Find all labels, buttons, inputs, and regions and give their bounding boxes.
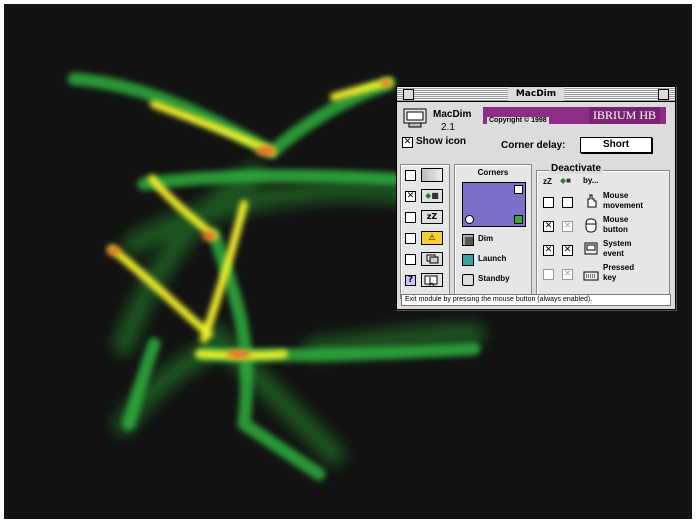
mouse-button-icons-checkbox[interactable]: ✕ bbox=[562, 221, 573, 232]
deactivate-icons-tile[interactable]: ◆■ bbox=[421, 189, 443, 203]
system-event-icons-checkbox[interactable]: ✕ bbox=[562, 245, 573, 256]
system-event-sleep-checkbox[interactable]: ✕ bbox=[543, 245, 554, 256]
dim-label: Dim bbox=[478, 234, 494, 243]
system-event-label: System event bbox=[603, 239, 632, 258]
status-bar: Exit module by pressing the mouse button… bbox=[401, 294, 671, 306]
launch-label: Launch bbox=[478, 254, 507, 263]
deactivate-title: Deactivate bbox=[549, 163, 604, 174]
show-icon-checkbox[interactable]: ✕ bbox=[402, 137, 413, 148]
banner-text: IBRIUM HB bbox=[588, 107, 660, 124]
mode-1-checkbox[interactable] bbox=[405, 170, 416, 181]
pressed-key-label: Pressed key bbox=[603, 263, 635, 282]
pressed-key-icons-checkbox[interactable]: ✕ bbox=[562, 269, 573, 280]
show-icon-label: Show icon bbox=[416, 136, 466, 147]
mouse-movement-sleep-checkbox[interactable] bbox=[543, 197, 554, 208]
mouse-button-label: Mouse button bbox=[603, 215, 629, 234]
close-box[interactable] bbox=[403, 89, 414, 100]
sleep-tile[interactable]: zZ bbox=[421, 210, 443, 224]
deactivate-panel: Deactivate zZ ◆■ by... Mouse movement ✕ ✕… bbox=[536, 163, 670, 299]
corner-bottom-right-icon[interactable] bbox=[514, 215, 523, 224]
corner-top-right-icon[interactable] bbox=[514, 185, 523, 194]
desktop-screen: MacDim MacDim 2.1 ✕ Show icon IBRIUM HB … bbox=[4, 4, 692, 519]
deactivate-sleep-icon: zZ bbox=[543, 177, 552, 186]
app-name: MacDim bbox=[433, 109, 472, 120]
monitor-icon bbox=[403, 108, 427, 128]
collapse-box[interactable] bbox=[658, 89, 669, 100]
launch-icon[interactable] bbox=[462, 254, 474, 266]
deactivate-by-label: by... bbox=[583, 176, 599, 185]
corner-preview[interactable] bbox=[462, 182, 526, 227]
standby-label: Standby bbox=[478, 274, 510, 283]
windows-tile[interactable] bbox=[421, 252, 443, 266]
warning-tile[interactable]: ⚠ bbox=[421, 231, 443, 245]
mode-2-checkbox[interactable]: ✕ bbox=[405, 191, 416, 202]
window-content: MacDim 2.1 ✕ Show icon IBRIUM HB Copyrig… bbox=[397, 102, 675, 309]
app-version: 2.1 bbox=[441, 122, 455, 133]
pressed-key-sleep-checkbox[interactable] bbox=[543, 269, 554, 280]
standby-icon[interactable] bbox=[462, 274, 474, 286]
corners-panel: Corners Dim Launch Standby bbox=[454, 164, 532, 299]
mouse-movement-label: Mouse movement bbox=[603, 191, 644, 210]
keyboard-icon bbox=[583, 267, 599, 281]
status-text: Exit module by pressing the mouse button… bbox=[405, 296, 593, 303]
mode-5-checkbox[interactable] bbox=[405, 254, 416, 265]
mode-tiles-panel: ✕ ◆■ zZ ⚠ ? bbox=[400, 164, 450, 299]
corner-delay-popup[interactable]: Short bbox=[580, 137, 652, 153]
corner-delay-label: Corner delay: bbox=[501, 140, 566, 151]
mode-4-checkbox[interactable] bbox=[405, 233, 416, 244]
mouse-movement-icons-checkbox[interactable] bbox=[562, 197, 573, 208]
dim-icon[interactable] bbox=[462, 234, 474, 246]
corner-bottom-left-icon[interactable] bbox=[465, 215, 474, 224]
macdim-window[interactable]: MacDim MacDim 2.1 ✕ Show icon IBRIUM HB … bbox=[396, 86, 676, 310]
cursor-icon bbox=[424, 275, 438, 287]
windows-icon bbox=[426, 254, 439, 264]
help-button[interactable]: ? bbox=[405, 275, 416, 286]
mode-3-checkbox[interactable] bbox=[405, 212, 416, 223]
screen-dim-tile[interactable] bbox=[421, 168, 443, 182]
cursor-tile[interactable] bbox=[421, 273, 443, 287]
mouse-icon bbox=[584, 217, 598, 233]
square-icon: ■ bbox=[431, 191, 439, 200]
square-icon: ■ bbox=[566, 176, 571, 185]
copyright-text: Copyright © 1998 bbox=[487, 117, 549, 124]
corners-title: Corners bbox=[477, 168, 509, 177]
hand-icon bbox=[584, 193, 598, 209]
window-title: MacDim bbox=[507, 87, 565, 101]
deactivate-icons: ◆■ bbox=[560, 176, 571, 185]
mouse-button-sleep-checkbox[interactable]: ✕ bbox=[543, 221, 554, 232]
system-icon bbox=[584, 241, 598, 257]
window-titlebar[interactable]: MacDim bbox=[397, 87, 675, 102]
